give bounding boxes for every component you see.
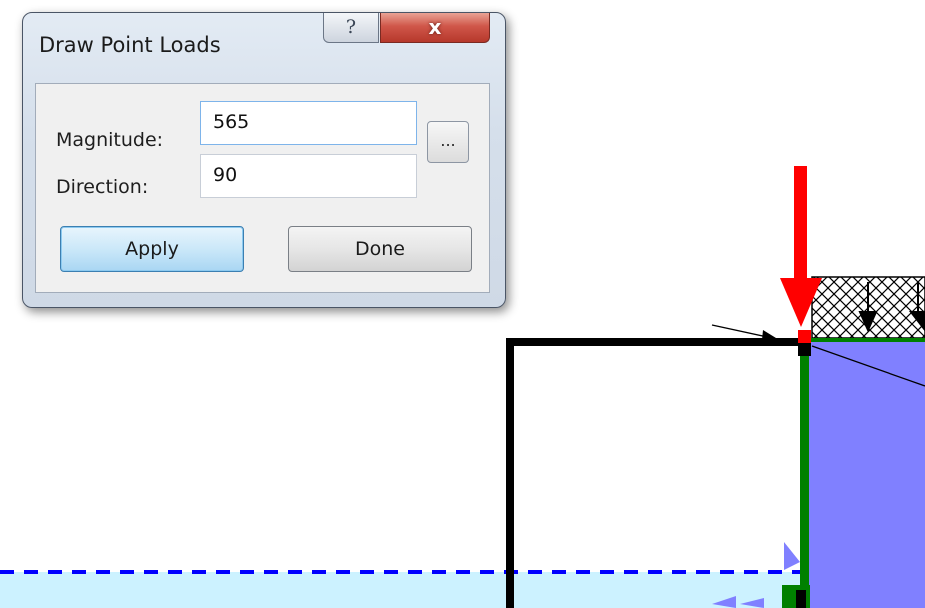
dialog-panel: Magnitude: 565 ... Direction: 90 Apply D…: [35, 83, 490, 293]
close-icon: x: [428, 15, 442, 39]
help-icon: ?: [345, 16, 357, 38]
browse-button[interactable]: ...: [427, 121, 469, 163]
direction-input[interactable]: 90: [200, 154, 417, 198]
draw-point-loads-dialog: Draw Point Loads ? x Magnitude: 565 ... …: [22, 12, 506, 308]
node-marker[interactable]: [798, 343, 811, 356]
seepage-arrow-1: [784, 542, 800, 570]
magnitude-label: Magnitude:: [56, 129, 164, 151]
apply-button[interactable]: Apply: [60, 226, 244, 272]
dialog-title: Draw Point Loads: [39, 33, 221, 57]
magnitude-input[interactable]: 565: [200, 101, 417, 145]
excavation-boundary: [506, 338, 808, 608]
done-button[interactable]: Done: [288, 226, 472, 272]
close-button[interactable]: x: [380, 13, 490, 43]
direction-label: Direction:: [56, 176, 149, 198]
help-button[interactable]: ?: [323, 13, 379, 43]
node-marker-selected[interactable]: [798, 330, 811, 343]
